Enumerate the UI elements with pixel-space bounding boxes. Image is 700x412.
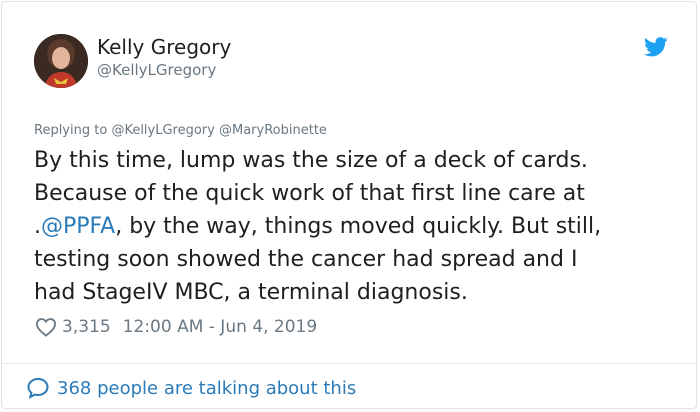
replying-to: Replying to @KellyLGregory @MaryRobinett…: [34, 123, 327, 138]
tweet-line-5: had StageIV MBC, a terminal diagnosis.: [34, 280, 468, 305]
tweet-text: By this time, lump was the size of a dec…: [34, 144, 674, 309]
reply-mention-1[interactable]: @KellyLGregory: [111, 123, 214, 138]
tweet-line-3-prefix: .: [34, 214, 41, 239]
author-handle[interactable]: @KellyLGregory: [97, 61, 216, 79]
tweet-card[interactable]: Kelly Gregory @KellyLGregory Replying to…: [1, 1, 697, 409]
tweet-line-2: Because of the quick work of that first …: [34, 181, 585, 206]
talking-label[interactable]: 368 people are talking about this: [57, 378, 356, 399]
tweet-line-3-suffix: , by the way, things moved quickly. But …: [115, 214, 602, 239]
twitter-bird-icon[interactable]: [644, 36, 668, 58]
tweet-meta: 3,315 12:00 AM - Jun 4, 2019: [35, 315, 317, 339]
tweet-timestamp[interactable]: 12:00 AM - Jun 4, 2019: [123, 317, 318, 337]
avatar[interactable]: [34, 34, 88, 88]
divider: [2, 363, 696, 364]
heart-icon[interactable]: [35, 317, 57, 337]
tweet-line-1: By this time, lump was the size of a dec…: [34, 148, 588, 173]
comment-bubble-icon: [27, 377, 49, 399]
tweet-line-3: .@PPFA, by the way, things moved quickly…: [34, 210, 674, 243]
talking-link[interactable]: 368 people are talking about this: [26, 376, 356, 400]
replying-to-prefix: Replying to: [34, 123, 112, 138]
tweet-line-4: testing soon showed the cancer had sprea…: [34, 247, 578, 272]
mention-ppfa[interactable]: @PPFA: [41, 214, 115, 239]
like-count[interactable]: 3,315: [62, 317, 111, 337]
avatar-image: [34, 34, 88, 88]
author-name[interactable]: Kelly Gregory: [97, 35, 231, 59]
reply-mention-2[interactable]: @MaryRobinette: [219, 123, 327, 138]
